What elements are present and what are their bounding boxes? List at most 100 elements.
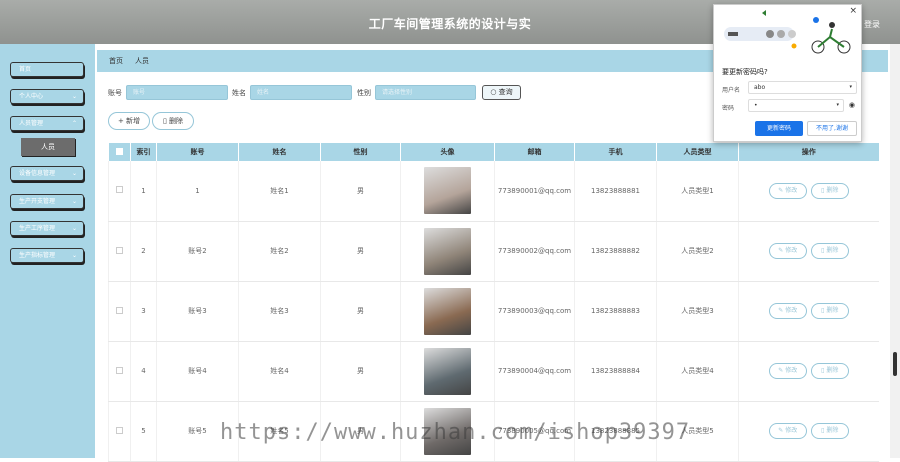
column-header: 头像 <box>400 143 495 161</box>
cell-gender: 男 <box>320 161 401 222</box>
cell-gender: 男 <box>320 221 401 282</box>
row-delete-button[interactable]: ▯ 删除 <box>810 363 849 379</box>
cell-gender: 男 <box>320 341 401 402</box>
search-icon: ○ <box>490 88 499 96</box>
username-value: abo <box>754 84 766 91</box>
sidebar-item-label: 设备信息管理 <box>19 170 56 177</box>
page-scrollbar[interactable] <box>890 44 900 458</box>
edit-button-label: 修改 <box>785 186 798 194</box>
cell-phone: 13823888883 <box>574 281 657 342</box>
cell-phone: 13823888882 <box>574 221 657 282</box>
column-header: 操作 <box>738 143 879 161</box>
update-password-question: 要更新密码吗? <box>722 68 768 76</box>
cell-actions: ✎ 修改 ▯ 删除 <box>738 221 879 282</box>
select-all-checkbox[interactable] <box>108 143 131 161</box>
cell-phone: 13823888884 <box>574 341 657 402</box>
query-button[interactable]: ○ 查询 <box>482 85 521 100</box>
chevron-down-icon: ⌄ <box>71 225 77 232</box>
cell-index: 5 <box>130 401 157 462</box>
update-password-button[interactable]: 更新密码 <box>755 121 803 136</box>
cell-email: 773890001@qq.com <box>494 161 575 222</box>
add-button[interactable]: + 新增 <box>108 112 150 130</box>
row-delete-button[interactable]: ▯ 删除 <box>810 182 849 199</box>
cell-actions: ✎ 修改 ▯ 删除 <box>738 341 879 402</box>
eye-icon[interactable]: ◉ <box>849 101 855 109</box>
sidebar-item-equipment[interactable]: 设备信息管理 ⌄ <box>10 166 84 181</box>
avatar <box>424 287 471 335</box>
edit-button[interactable]: ✎ 修改 <box>768 423 807 439</box>
cell-index: 1 <box>130 161 157 222</box>
sidebar-item-staff-management[interactable]: 人员管理 ⌃ <box>10 116 84 131</box>
cell-type: 人员类型3 <box>656 281 739 342</box>
column-header: 人员类型 <box>656 143 739 161</box>
column-header: 邮箱 <box>494 143 575 161</box>
search-bar: 账号 账号 姓名 姓名 性别 请选择性别 ○ 查询 <box>108 85 528 101</box>
cell-type: 人员类型4 <box>656 341 739 402</box>
sidebar-item-label: 生产工序管理 <box>19 225 56 232</box>
row-delete-button[interactable]: ▯ 删除 <box>810 243 849 259</box>
sidebar-item-label: 人员管理 <box>19 120 44 127</box>
edit-button-label: 修改 <box>785 367 798 374</box>
edit-button[interactable]: ✎ 修改 <box>768 363 807 379</box>
add-button-label: 新增 <box>126 117 141 125</box>
row-checkbox[interactable] <box>108 281 131 342</box>
row-checkbox[interactable] <box>108 401 131 462</box>
decline-button[interactable]: 不用了,谢谢 <box>807 121 857 136</box>
dropdown-arrow-icon: ▾ <box>849 84 852 90</box>
plus-icon: + <box>117 117 127 125</box>
dropdown-arrow-icon: ▾ <box>836 102 839 108</box>
row-delete-button-label: 删除 <box>826 307 839 314</box>
sidebar-item-home[interactable]: 首页 <box>10 62 84 77</box>
account-input[interactable]: 账号 <box>126 85 228 100</box>
cell-type: 人员类型1 <box>656 161 739 222</box>
cell-account: 账号4 <box>156 341 239 402</box>
delete-button-label: 删除 <box>169 117 184 125</box>
cell-name: 姓名2 <box>238 221 321 282</box>
cell-index: 2 <box>130 221 157 282</box>
password-illustration <box>724 10 851 54</box>
table-row: 2 账号2 姓名2 男 773890002@qq.com 13823888882 人员类型2… <box>108 221 879 282</box>
chevron-down-icon: ⌄ <box>71 170 77 177</box>
row-delete-button-label: 删除 <box>826 186 839 194</box>
column-header: 账号 <box>156 143 239 161</box>
cell-avatar <box>400 341 495 402</box>
cell-avatar <box>400 221 495 282</box>
sidebar-subitem-staff[interactable]: 人员 <box>21 138 75 156</box>
chevron-up-icon: ⌃ <box>71 120 77 127</box>
scrollbar-thumb[interactable] <box>893 352 897 376</box>
edit-button-label: 修改 <box>785 307 798 314</box>
cell-name: 姓名4 <box>238 341 321 402</box>
row-delete-button[interactable]: ▯ 删除 <box>810 423 849 439</box>
gender-label: 性别 <box>357 89 371 97</box>
cell-actions: ✎ 修改 ▯ 删除 <box>738 281 879 342</box>
password-select[interactable]: • ▾ <box>748 99 844 112</box>
table-row: 1 1 姓名1 男 773890001@qq.com 13823888881 人员类型1 ✎ … <box>108 161 879 222</box>
breadcrumb-home[interactable]: 首页 <box>109 57 123 65</box>
row-checkbox[interactable] <box>108 161 131 222</box>
row-checkbox[interactable] <box>108 341 131 402</box>
edit-button[interactable]: ✎ 修改 <box>768 243 807 259</box>
sidebar-item-indicators[interactable]: 生产指标管理 ⌄ <box>10 248 84 263</box>
edit-button-label: 修改 <box>785 247 798 254</box>
sidebar: 首页 个人中心 ⌄ 人员管理 ⌃ 设备信息管理 ⌄ 生产开支管理 ⌄ 生产工序管理 ⌄ 生… <box>0 44 95 458</box>
password-save-popup: × 要更新密码吗? 用户名 abo ▾ 密码 • ▾ ◉ 更新密码 不用了,谢谢 <box>713 4 862 142</box>
sidebar-item-expenses[interactable]: 生产开支管理 ⌄ <box>10 194 84 209</box>
row-checkbox[interactable] <box>108 221 131 282</box>
gender-select[interactable]: 请选择性别 <box>375 85 476 100</box>
cell-type: 人员类型2 <box>656 221 739 282</box>
sidebar-item-process[interactable]: 生产工序管理 ⌄ <box>10 221 84 236</box>
delete-button[interactable]: ▯ 删除 <box>152 112 194 130</box>
cell-actions: ✎ 修改 ▯ 删除 <box>738 401 879 462</box>
login-link[interactable]: 登录 <box>864 19 880 30</box>
sidebar-item-personal-center[interactable]: 个人中心 ⌄ <box>10 89 84 104</box>
edit-button[interactable]: ✎ 修改 <box>768 182 807 199</box>
staff-table: 索引 账号 姓名 性别 头像 邮箱 手机 人员类型 操作 1 1 姓名1 男 77389… <box>108 143 879 462</box>
avatar <box>424 227 471 275</box>
edit-button[interactable]: ✎ 修改 <box>768 303 807 319</box>
username-select[interactable]: abo ▾ <box>748 81 857 94</box>
row-delete-button-label: 删除 <box>826 247 839 254</box>
sidebar-item-label: 首页 <box>19 66 32 73</box>
row-delete-button[interactable]: ▯ 删除 <box>810 303 849 319</box>
row-delete-button-label: 删除 <box>826 427 839 434</box>
name-input[interactable]: 姓名 <box>250 85 352 100</box>
